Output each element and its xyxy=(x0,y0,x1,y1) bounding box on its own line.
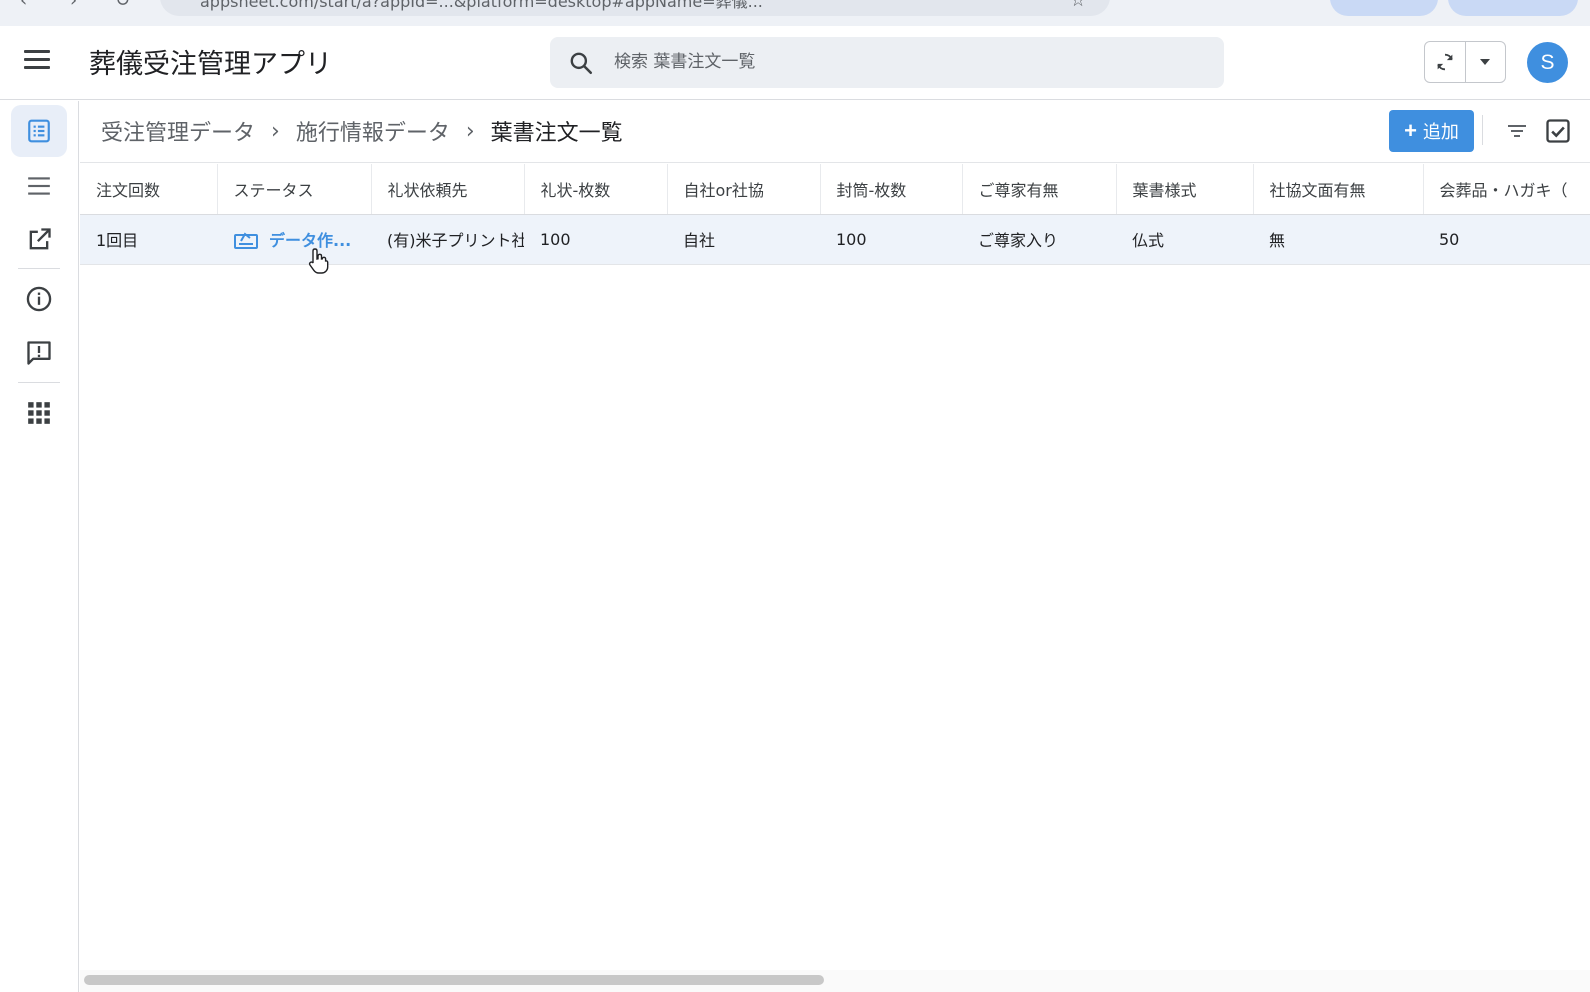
menu-lines-icon xyxy=(28,177,50,195)
column-header[interactable]: 封筒-枚数 xyxy=(820,164,963,215)
url-text: appsheet.com/start/a?appId=...&platform=… xyxy=(200,0,763,11)
chevron-right-icon: › xyxy=(465,118,475,144)
column-header[interactable]: 葉書様式 xyxy=(1116,164,1254,215)
data-create-status-icon xyxy=(234,232,258,249)
rail-feedback-button[interactable] xyxy=(11,327,67,379)
select-checkbox-icon[interactable] xyxy=(1544,117,1572,145)
add-button[interactable]: + 追加 xyxy=(1389,110,1474,152)
sync-button-group xyxy=(1424,41,1506,83)
rail-open-external-button[interactable] xyxy=(11,214,67,266)
column-header[interactable]: ステータス xyxy=(217,164,372,215)
sync-dropdown-button[interactable] xyxy=(1466,42,1506,82)
cell-order-count: 1回目 xyxy=(80,214,217,265)
hand-pointer-cursor-icon xyxy=(308,248,329,274)
column-header[interactable]: ご尊家有無 xyxy=(962,164,1117,215)
cell-family: ご尊家入り xyxy=(962,214,1116,265)
user-avatar[interactable]: S xyxy=(1527,42,1568,83)
feedback-icon xyxy=(27,341,51,365)
cell-company: 自社 xyxy=(667,214,820,265)
app-header: 葬儀受注管理アプリ S xyxy=(0,26,1590,100)
plus-icon: + xyxy=(1404,118,1417,143)
hamburger-menu-icon[interactable] xyxy=(24,50,50,72)
browser-profile-pill[interactable] xyxy=(1330,0,1438,16)
add-button-label: 追加 xyxy=(1422,122,1459,143)
search-box[interactable] xyxy=(550,37,1224,88)
browser-toolbar: ‹ › ↻ appsheet.com/start/a?appId=...&pla… xyxy=(0,0,1590,26)
sync-icon xyxy=(1437,53,1453,71)
column-header[interactable]: 礼状依頼先 xyxy=(371,164,525,215)
column-header[interactable]: 社協文面有無 xyxy=(1253,164,1424,215)
rail-divider xyxy=(18,268,60,269)
column-header[interactable]: 礼状-枚数 xyxy=(524,164,668,215)
back-icon[interactable]: ‹ xyxy=(20,0,42,12)
table-header-row: 注文回数 ステータス 礼状依頼先 礼状-枚数 自社or社協 封筒-枚数 ご尊家有… xyxy=(80,164,1590,215)
toolbar-divider xyxy=(1482,115,1483,145)
column-header[interactable]: 自社or社協 xyxy=(667,164,821,215)
open-external-icon xyxy=(29,228,51,250)
cell-envelope-qty: 100 xyxy=(820,214,962,265)
horizontal-scrollbar[interactable] xyxy=(80,970,1590,992)
address-bar[interactable]: appsheet.com/start/a?appId=...&platform=… xyxy=(160,0,1110,16)
info-icon xyxy=(26,286,52,312)
rail-menu-button[interactable] xyxy=(11,160,67,212)
rail-list-view-button[interactable] xyxy=(11,105,67,157)
breadcrumb-item-ceremony-data[interactable]: 施行情報データ xyxy=(296,115,450,147)
filter-icon[interactable] xyxy=(1505,119,1529,143)
search-icon xyxy=(570,52,593,75)
left-nav-rail xyxy=(0,101,79,992)
search-input[interactable] xyxy=(614,49,1174,75)
scrollbar-thumb[interactable] xyxy=(84,975,824,985)
cell-letter-qty: 100 xyxy=(524,214,667,265)
breadcrumb: 受注管理データ › 施行情報データ › 葉書注文一覧 xyxy=(101,115,623,147)
cell-recipient: (有)米子プリント社 xyxy=(371,214,524,265)
cell-style: 仏式 xyxy=(1116,214,1253,265)
rail-info-button[interactable] xyxy=(11,273,67,325)
browser-update-pill[interactable] xyxy=(1448,0,1578,16)
bookmark-star-icon[interactable]: ☆ xyxy=(1070,0,1092,12)
forward-icon[interactable]: › xyxy=(70,0,92,12)
breadcrumb-item-order-data[interactable]: 受注管理データ xyxy=(101,115,255,147)
column-header[interactable]: 会葬品・ハガキ（ xyxy=(1423,164,1590,215)
content-toolbar: 受注管理データ › 施行情報データ › 葉書注文一覧 + 追加 xyxy=(80,101,1590,163)
cell-status[interactable]: データ作... xyxy=(217,214,371,265)
list-view-icon xyxy=(28,119,50,143)
app-title: 葬儀受注管理アプリ xyxy=(89,49,332,80)
rail-divider xyxy=(18,382,60,383)
apps-grid-icon xyxy=(28,402,50,424)
reload-icon[interactable]: ↻ xyxy=(115,0,137,12)
caret-down-icon xyxy=(1480,59,1491,65)
cell-gift-qty: 50 xyxy=(1423,214,1590,265)
sync-button[interactable] xyxy=(1425,42,1466,82)
rail-apps-button[interactable] xyxy=(11,387,67,439)
chevron-right-icon: › xyxy=(271,118,280,144)
orders-table-container: 注文回数 ステータス 礼状依頼先 礼状-枚数 自社or社協 封筒-枚数 ご尊家有… xyxy=(80,164,1590,970)
cell-text-flag: 無 xyxy=(1253,214,1423,265)
breadcrumb-item-current: 葉書注文一覧 xyxy=(490,121,623,146)
column-header[interactable]: 注文回数 xyxy=(80,164,218,215)
